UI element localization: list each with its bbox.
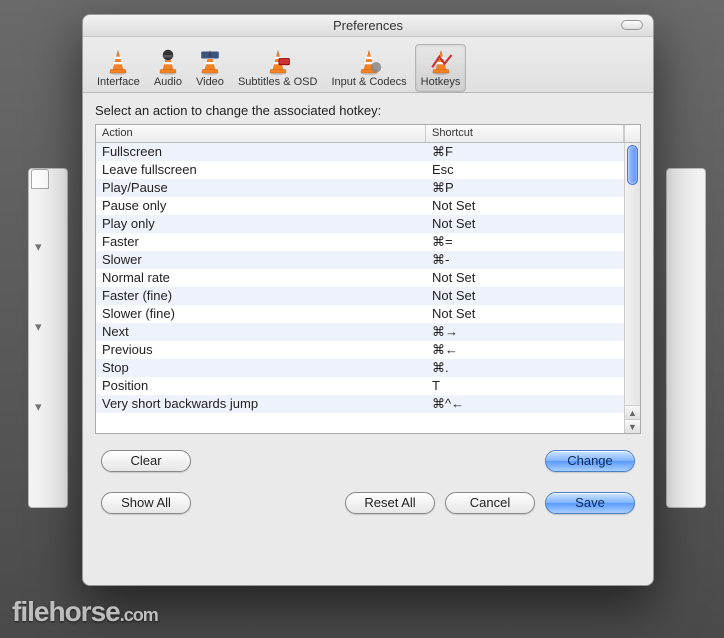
cell-shortcut: Not Set (426, 197, 624, 215)
toolbar-item-video[interactable]: Video (190, 44, 230, 92)
table-row[interactable]: Previous ⌘← (96, 341, 624, 359)
cell-action: Position (96, 377, 426, 395)
toolbar-item-subtitles-osd[interactable]: Subtitles & OSD (232, 44, 323, 92)
save-button[interactable]: Save (545, 492, 635, 514)
column-header-shortcut[interactable]: Shortcut (426, 125, 624, 142)
cell-action: Faster (fine) (96, 287, 426, 305)
toolbar-item-audio[interactable]: Audio (148, 44, 188, 92)
disclosure-triangle-icon: ▾ (35, 319, 42, 335)
toolbar-item-hotkeys[interactable]: Hotkeys (415, 44, 467, 92)
cell-shortcut: Esc (426, 161, 624, 179)
cell-shortcut (426, 413, 624, 423)
cell-action: Faster (96, 233, 426, 251)
table-row[interactable]: Slower (fine) Not Set (96, 305, 624, 323)
preferences-toolbar: Interface Audio Video (83, 37, 653, 93)
cell-shortcut: ⌘- (426, 251, 624, 269)
scroll-down-arrow-icon[interactable]: ▼ (625, 419, 640, 433)
toolbar-item-label: Video (196, 76, 224, 88)
column-header-action[interactable]: Action (96, 125, 426, 142)
table-row[interactable]: Play only Not Set (96, 215, 624, 233)
table-row[interactable]: Very short backwards jump ⌘^← (96, 395, 624, 413)
cell-action: Normal rate (96, 269, 426, 287)
background-window-right (666, 168, 706, 508)
background-window-left: ▾ ▾ ▾ (28, 168, 68, 508)
scroll-up-arrow-icon[interactable]: ▲ (625, 405, 640, 419)
cell-shortcut: ⌘F (426, 143, 624, 161)
traffic-cone-icon (264, 48, 292, 76)
hotkeys-table[interactable]: Action Shortcut Fullscreen ⌘FLeave fulls… (95, 124, 641, 434)
clear-button[interactable]: Clear (101, 450, 191, 472)
cell-shortcut: Not Set (426, 287, 624, 305)
traffic-cone-icon (154, 48, 182, 76)
scroll-corner (624, 125, 640, 142)
cell-shortcut: Not Set (426, 269, 624, 287)
traffic-cone-icon (104, 48, 132, 76)
preferences-window: Preferences Interface Audio (82, 14, 654, 586)
cell-shortcut: Not Set (426, 215, 624, 233)
row-buttons-1: Clear Change (95, 450, 641, 472)
scrollbar-thumb[interactable] (627, 145, 638, 185)
cell-shortcut: ⌘← (426, 341, 624, 359)
cell-action: Pause only (96, 197, 426, 215)
table-row[interactable]: Normal rate Not Set (96, 269, 624, 287)
show-all-button[interactable]: Show All (101, 492, 191, 514)
toolbar-item-input-codecs[interactable]: Input & Codecs (325, 44, 412, 92)
traffic-cone-icon (355, 48, 383, 76)
table-row[interactable]: Faster (fine) Not Set (96, 287, 624, 305)
table-row[interactable]: Pause only Not Set (96, 197, 624, 215)
desktop: ▾ ▾ ▾ Preferences Interface (0, 0, 724, 638)
toolbar-item-label: Subtitles & OSD (238, 76, 317, 88)
table-body: Fullscreen ⌘FLeave fullscreen EscPlay/Pa… (96, 143, 640, 433)
cell-action: Stop (96, 359, 426, 377)
toolbar-item-interface[interactable]: Interface (91, 44, 146, 92)
table-row[interactable]: Faster ⌘= (96, 233, 624, 251)
cell-action (96, 413, 426, 423)
cell-shortcut: ⌘. (426, 359, 624, 377)
background-tab (31, 169, 49, 189)
toolbar-item-label: Input & Codecs (331, 76, 406, 88)
cell-shortcut: ⌘P (426, 179, 624, 197)
watermark-text: filehorse.com (12, 596, 158, 628)
toolbar-item-label: Interface (97, 76, 140, 88)
cell-shortcut: ⌘= (426, 233, 624, 251)
vertical-scrollbar[interactable]: ▲ ▼ (624, 143, 640, 433)
cell-shortcut: Not Set (426, 305, 624, 323)
traffic-cone-icon (196, 48, 224, 76)
cell-action: Play only (96, 215, 426, 233)
table-header[interactable]: Action Shortcut (96, 125, 640, 143)
window-title: Preferences (333, 18, 403, 33)
cell-shortcut: ⌘^← (426, 395, 624, 413)
prompt-label: Select an action to change the associate… (95, 103, 641, 118)
toolbar-item-label: Hotkeys (421, 76, 461, 88)
reset-all-button[interactable]: Reset All (345, 492, 435, 514)
disclosure-triangle-icon: ▾ (35, 399, 42, 415)
cancel-button[interactable]: Cancel (445, 492, 535, 514)
disclosure-triangle-icon: ▾ (35, 239, 42, 255)
table-row[interactable]: Fullscreen ⌘F (96, 143, 624, 161)
toolbar-toggle-pill-icon[interactable] (621, 20, 643, 30)
cell-shortcut: T (426, 377, 624, 395)
cell-action: Leave fullscreen (96, 161, 426, 179)
table-row[interactable]: Slower ⌘- (96, 251, 624, 269)
table-row[interactable]: Play/Pause ⌘P (96, 179, 624, 197)
cell-action: Slower (96, 251, 426, 269)
table-row[interactable]: Position T (96, 377, 624, 395)
table-row[interactable]: Next ⌘→ (96, 323, 624, 341)
traffic-cone-icon (427, 48, 455, 76)
table-row[interactable] (96, 413, 624, 423)
cell-action: Next (96, 323, 426, 341)
table-row[interactable]: Leave fullscreen Esc (96, 161, 624, 179)
table-row[interactable]: Stop ⌘. (96, 359, 624, 377)
titlebar[interactable]: Preferences (83, 15, 653, 37)
cell-action: Slower (fine) (96, 305, 426, 323)
change-button[interactable]: Change (545, 450, 635, 472)
cell-action: Fullscreen (96, 143, 426, 161)
cell-shortcut: ⌘→ (426, 323, 624, 341)
toolbar-item-label: Audio (154, 76, 182, 88)
hotkeys-pane: Select an action to change the associate… (83, 93, 653, 585)
cell-action: Previous (96, 341, 426, 359)
row-buttons-2: Show All Reset All Cancel Save (95, 492, 641, 514)
cell-action: Very short backwards jump (96, 395, 426, 413)
cell-action: Play/Pause (96, 179, 426, 197)
